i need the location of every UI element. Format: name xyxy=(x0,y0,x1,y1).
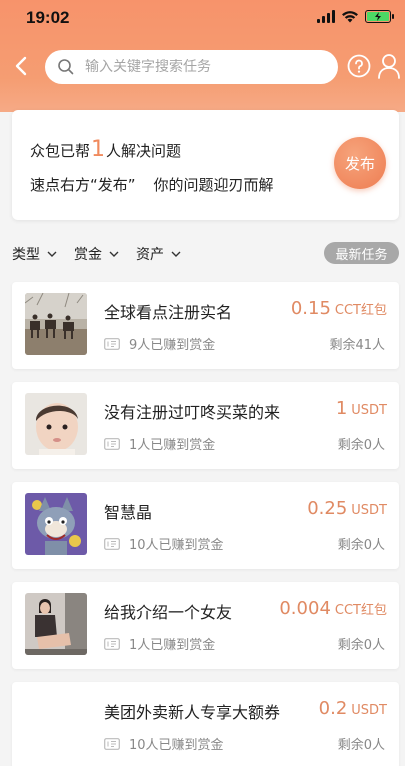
task-earned-text: 10人已赚到赏金 xyxy=(129,538,224,553)
filter-type-label: 类型 xyxy=(12,247,40,263)
task-earned: 9人已赚到赏金 xyxy=(104,334,215,353)
task-title: 没有注册过叮咚买菜的来 xyxy=(104,403,281,422)
filter-bar: 类型 赏金 资产 最新任务 xyxy=(0,238,405,268)
task-thumbnail-woman xyxy=(25,593,87,655)
status-bar: 19:02 xyxy=(0,0,405,36)
task-reward-unit: CCT红包 xyxy=(334,303,387,318)
task-reward-amount: 0.15 xyxy=(290,298,331,319)
task-reward: 0.25 USDT xyxy=(307,498,387,519)
task-remaining: 剩余0人 xyxy=(337,638,385,653)
filter-asset-label: 资产 xyxy=(136,247,164,263)
task-thumbnail-horses xyxy=(25,293,87,355)
publish-button[interactable]: 发布 xyxy=(334,137,386,189)
task-reward: 1 USDT xyxy=(336,398,387,419)
task-reward-amount: 0.004 xyxy=(279,598,331,619)
filter-asset[interactable]: 资产 xyxy=(136,244,181,264)
task-title: 全球看点注册实名 xyxy=(104,303,233,322)
ticket-icon xyxy=(104,337,120,350)
task-title: 美团外卖新人专享大额券 xyxy=(104,703,281,722)
ticket-icon xyxy=(104,537,120,550)
filter-type[interactable]: 类型 xyxy=(12,244,57,264)
task-card[interactable]: 没有注册过叮咚买菜的来 1人已赚到赏金 1 USDT 剩余0人 xyxy=(12,382,399,469)
task-reward-unit: USDT xyxy=(351,403,387,418)
ticket-icon xyxy=(104,737,120,750)
chevron-down-icon xyxy=(47,251,57,257)
filter-reward-label: 赏金 xyxy=(74,247,102,263)
task-reward-unit: CCT红包 xyxy=(334,603,387,618)
task-reward-unit: USDT xyxy=(351,503,387,518)
task-reward: 0.15 CCT红包 xyxy=(291,298,387,319)
task-earned-text: 10人已赚到赏金 xyxy=(129,738,224,753)
task-title: 智慧晶 xyxy=(104,503,153,522)
nav-bar xyxy=(0,46,405,86)
task-earned-text: 1人已赚到赏金 xyxy=(129,438,216,453)
promo-summary: 众包已帮1人解决问题 xyxy=(30,137,181,162)
task-thumbnail-blank xyxy=(25,693,87,755)
task-earned-text: 1人已赚到赏金 xyxy=(129,638,216,653)
task-title: 给我介绍一个女友 xyxy=(104,603,233,622)
ticket-icon xyxy=(104,637,120,650)
task-card[interactable]: 智慧晶 10人已赚到赏金 0.25 USDT 剩余0人 xyxy=(12,482,399,569)
chevron-down-icon xyxy=(171,251,181,257)
promo-hint: 速点右方“发布” 你的问题迎刃而解 xyxy=(30,174,274,195)
ticket-icon xyxy=(104,437,120,450)
task-reward-amount: 0.2 xyxy=(318,698,348,719)
battery-icon xyxy=(365,10,394,23)
latest-tasks-button[interactable]: 最新任务 xyxy=(324,242,399,264)
cellular-signal-icon xyxy=(317,10,335,23)
task-earned: 1人已赚到赏金 xyxy=(104,434,215,453)
task-reward: 0.2 USDT xyxy=(319,698,387,719)
task-earned-text: 9人已赚到赏金 xyxy=(129,338,216,353)
task-reward-unit: USDT xyxy=(351,703,387,718)
promo-card: 众包已帮1人解决问题 速点右方“发布” 你的问题迎刃而解 发布 xyxy=(12,110,399,220)
task-earned: 10人已赚到赏金 xyxy=(104,734,224,753)
search-box[interactable] xyxy=(45,50,338,84)
promo-count: 1 xyxy=(91,137,106,162)
promo-hint-left: 速点右方“发布” xyxy=(30,176,136,194)
task-earned: 10人已赚到赏金 xyxy=(104,534,224,553)
help-icon[interactable] xyxy=(347,54,371,78)
user-profile-icon[interactable] xyxy=(377,53,401,79)
task-card[interactable]: 美团外卖新人专享大额券 10人已赚到赏金 0.2 USDT 剩余0人 xyxy=(12,682,399,766)
task-earned: 1人已赚到赏金 xyxy=(104,634,215,653)
wifi-icon xyxy=(342,11,358,23)
back-arrow-icon[interactable] xyxy=(10,52,34,80)
task-reward-amount: 1 xyxy=(335,398,348,419)
status-icons xyxy=(317,10,394,23)
search-input[interactable] xyxy=(85,59,315,75)
task-remaining: 剩余0人 xyxy=(337,738,385,753)
search-icon xyxy=(58,59,74,75)
task-remaining: 剩余41人 xyxy=(329,338,385,353)
status-time: 19:02 xyxy=(26,8,70,27)
task-reward: 0.004 CCT红包 xyxy=(279,598,387,619)
promo-hint-right: 你的问题迎刃而解 xyxy=(153,176,274,194)
task-remaining: 剩余0人 xyxy=(337,538,385,553)
task-reward-amount: 0.25 xyxy=(307,498,348,519)
task-thumbnail-child xyxy=(25,393,87,455)
task-card[interactable]: 全球看点注册实名 9人已赚到赏金 0.15 CCT红包 剩余41人 xyxy=(12,282,399,369)
filter-reward[interactable]: 赏金 xyxy=(74,244,119,264)
task-thumbnail-cartoon-cat xyxy=(25,493,87,555)
chevron-down-icon xyxy=(109,251,119,257)
promo-suffix: 人解决问题 xyxy=(106,142,182,160)
task-remaining: 剩余0人 xyxy=(337,438,385,453)
task-card[interactable]: 给我介绍一个女友 1人已赚到赏金 0.004 CCT红包 剩余0人 xyxy=(12,582,399,669)
promo-prefix: 众包已帮 xyxy=(30,142,91,160)
